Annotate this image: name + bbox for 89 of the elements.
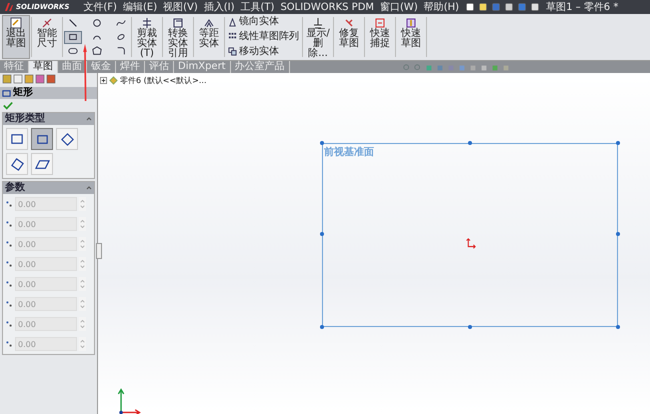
rectangle-point[interactable] xyxy=(468,325,472,329)
ribbon-button[interactable]: 显示/删除... xyxy=(304,15,332,59)
ribbon-command[interactable]: 线性草图阵列 xyxy=(239,30,299,43)
rectangle-point[interactable] xyxy=(616,232,620,236)
quick-sketch-icon xyxy=(405,17,417,29)
expand-icon[interactable] xyxy=(100,77,107,84)
rectangle-icon xyxy=(68,32,78,42)
point-coordinate-icon xyxy=(5,240,13,248)
menu-item[interactable]: 插入(I) xyxy=(204,0,235,14)
plane-label: 前视基准面 xyxy=(324,146,374,159)
logo-icon xyxy=(4,2,14,12)
origin-icon xyxy=(464,238,476,250)
repair-icon xyxy=(343,17,355,29)
ribbon-button[interactable]: 智能尺寸 xyxy=(33,15,61,59)
offset-icon xyxy=(203,17,215,29)
section-header[interactable]: 参数 xyxy=(3,182,94,194)
section-title: 矩形类型 xyxy=(5,113,45,125)
spline-icon xyxy=(116,18,126,28)
pattern-icon[interactable] xyxy=(228,32,237,42)
menu-item[interactable]: 视图(V) xyxy=(163,0,198,14)
rectangle-icon xyxy=(2,88,11,98)
sketch-tool-button[interactable] xyxy=(64,30,82,44)
ribbon-command[interactable]: 移动实体 xyxy=(239,46,279,58)
quick-access-icon[interactable] xyxy=(465,2,476,12)
point-coordinate-icon xyxy=(5,280,13,288)
part-icon xyxy=(109,76,118,85)
annotation-arrow xyxy=(82,44,88,101)
point-coordinate-icon xyxy=(5,200,13,208)
quick-access-icon[interactable] xyxy=(530,2,540,12)
menu-item[interactable]: 帮助(H) xyxy=(424,0,460,14)
feature-tree-item[interactable]: 零件6 (默认<<默认>... xyxy=(100,75,206,86)
dimension-icon xyxy=(41,17,53,29)
polygon-icon xyxy=(92,46,102,56)
line-icon xyxy=(68,18,78,28)
snap-icon xyxy=(374,17,386,29)
mirror-icon[interactable] xyxy=(228,18,237,27)
quick-access-icon[interactable] xyxy=(478,2,488,12)
relation-icon xyxy=(312,17,324,29)
slot-icon xyxy=(68,46,78,56)
rectangle-point[interactable] xyxy=(468,141,472,145)
ribbon-button[interactable]: 剪裁实体(T) xyxy=(133,15,161,59)
rectangle-type-button[interactable] xyxy=(56,128,78,150)
point-coordinate-icon xyxy=(5,260,13,268)
ribbon-button[interactable]: 退出草图 xyxy=(2,15,30,59)
rectangle-point[interactable] xyxy=(320,325,324,329)
quick-access-icon[interactable] xyxy=(504,2,514,12)
collapse-icon[interactable] xyxy=(86,185,92,191)
ribbon-button[interactable]: 转换实体引用 xyxy=(164,15,192,59)
ribbon-tab[interactable]: 草图 xyxy=(29,61,58,73)
rectangle-point[interactable] xyxy=(320,232,324,236)
diamond-icon xyxy=(60,132,74,146)
tree-label: 零件6 (默认<<默认>... xyxy=(120,75,206,86)
menu-item[interactable]: 窗口(W) xyxy=(380,0,418,14)
point-coordinate-icon xyxy=(5,300,13,308)
rectangle-point[interactable] xyxy=(616,325,620,329)
panel-title: 矩形 xyxy=(13,87,33,99)
menu-item[interactable]: 文件(F) xyxy=(83,0,117,14)
ribbon-button[interactable]: 快速捕捉 xyxy=(366,15,394,59)
point-coordinate-icon xyxy=(5,340,13,348)
section-header[interactable]: 矩形类型 xyxy=(3,113,94,125)
move-icon[interactable] xyxy=(228,47,237,56)
circle-icon xyxy=(92,18,102,28)
menu-item[interactable]: 工具(T) xyxy=(240,0,274,14)
fillet-icon xyxy=(116,46,126,56)
rectangle-type-button[interactable] xyxy=(31,128,53,150)
rectangle-icon xyxy=(10,132,24,146)
ok-check-icon[interactable] xyxy=(3,101,13,110)
window-title: 草图1 – 零件6 * xyxy=(546,0,618,14)
menu-item[interactable]: 编辑(E) xyxy=(122,0,158,14)
point-coordinate-icon xyxy=(5,320,13,328)
axis-triad-icon xyxy=(115,386,143,414)
panel-resize-handle[interactable] xyxy=(96,243,102,259)
collapse-icon[interactable] xyxy=(86,116,92,122)
rectangle-point[interactable] xyxy=(616,141,620,145)
trim-icon xyxy=(141,17,153,29)
ribbon-button[interactable]: 修复草图 xyxy=(335,15,363,59)
ribbon-command[interactable]: 镜向实体 xyxy=(239,16,279,28)
ribbon-button[interactable]: 快速草图 xyxy=(397,15,425,59)
convert-icon xyxy=(172,17,184,29)
menu-item[interactable]: SOLIDWORKS PDM xyxy=(280,2,374,12)
rectangle-type-button[interactable] xyxy=(6,153,28,175)
rectangle-point[interactable] xyxy=(320,141,324,145)
ribbon-button[interactable]: 等距实体 xyxy=(195,15,223,59)
pencil-sketch-icon xyxy=(10,17,22,29)
section-title: 参数 xyxy=(5,182,25,194)
ellipse-icon xyxy=(116,32,126,42)
rectangle-type-button[interactable] xyxy=(31,153,53,175)
rectangle-type-button[interactable] xyxy=(6,128,28,150)
point-coordinate-icon xyxy=(5,220,13,228)
